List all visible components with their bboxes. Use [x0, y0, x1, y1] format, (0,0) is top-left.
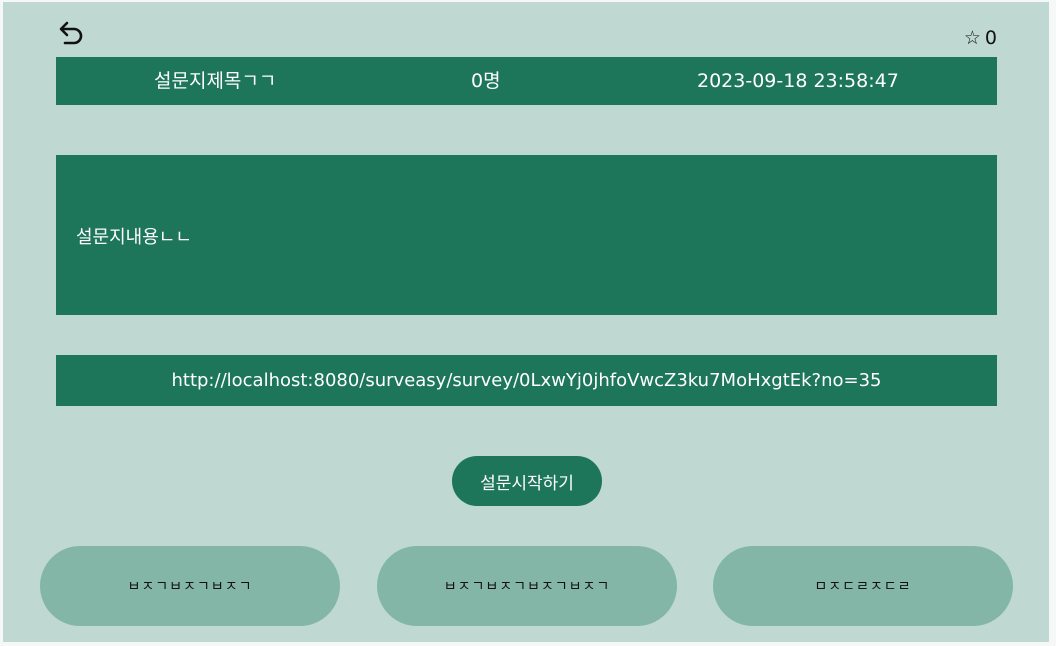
start-survey-button[interactable]: 설문시작하기 — [452, 456, 602, 506]
participant-count: 0명 — [471, 70, 501, 92]
action-button-3[interactable]: ㅁㅈㄷㄹㅈㄷㄹ — [713, 546, 1013, 626]
survey-info-bar: 설문지제목ㄱㄱ 0명 2023-09-18 23:58:47 — [56, 57, 997, 105]
action-button-1[interactable]: ㅂㅈㄱㅂㅈㄱㅂㅈㄱ — [40, 546, 340, 626]
survey-title: 설문지제목ㄱㄱ — [154, 70, 277, 92]
created-date: 2023-09-18 23:58:47 — [697, 70, 899, 92]
action-button-2[interactable]: ㅂㅈㄱㅂㅈㄱㅂㅈㄱㅂㅈㄱ — [377, 546, 677, 626]
survey-content: 설문지내용ㄴㄴ — [76, 227, 192, 248]
page-container: ☆ 0 설문지제목ㄱㄱ 0명 2023-09-18 23:58:47 설문지내용… — [3, 2, 1049, 642]
star-count[interactable]: ☆ 0 — [964, 27, 997, 49]
survey-url[interactable]: http://localhost:8080/surveasy/survey/0L… — [56, 355, 997, 406]
star-count-value: 0 — [984, 27, 997, 49]
star-icon: ☆ — [963, 27, 981, 49]
survey-content-box: 설문지내용ㄴㄴ — [56, 155, 997, 315]
back-arrow-icon[interactable] — [55, 18, 87, 46]
